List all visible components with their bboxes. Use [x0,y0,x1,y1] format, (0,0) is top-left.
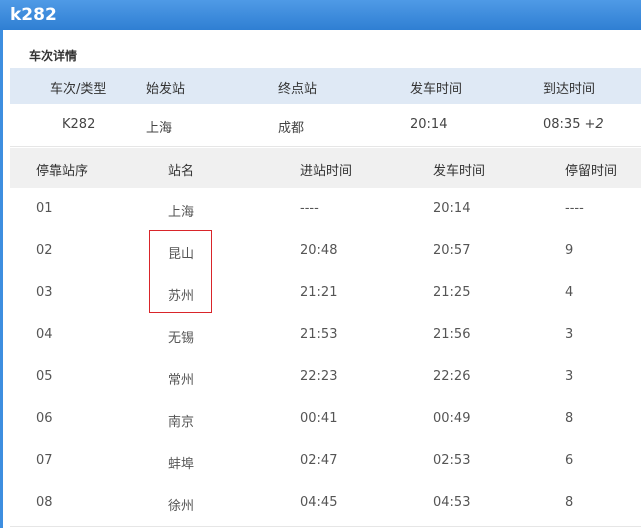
station-name: 上海 [168,205,195,220]
header-arrival-time: 进站时间 [300,164,353,179]
arrival-time: 21:53 [300,327,338,342]
header-departure-time: 发车时间 [433,164,486,179]
table-row: 08 徐州 04:45 04:53 8 [10,482,641,527]
station-name: 常州 [168,373,195,388]
stop-duration: 8 [565,411,574,426]
departure-time: 20:57 [433,243,471,258]
window-title: k282 [10,5,57,25]
stop-duration: 8 [565,495,574,510]
stop-duration: 6 [565,453,574,468]
header-stop-order: 停靠站序 [36,164,89,179]
arrival-time: 04:45 [300,495,338,510]
table-row: 03 苏州 21:21 21:25 4 [10,272,641,315]
arrive-day-offset: +2 [584,117,604,132]
station-name: 昆山 [168,247,195,262]
table-row: 06 南京 00:41 00:49 8 [10,398,641,441]
arrival-time: ---- [300,201,319,216]
departure-time: 21:25 [433,285,471,300]
header-station-name: 站名 [168,164,195,179]
stop-duration: 3 [565,327,574,342]
header-train-type: 车次/类型 [50,82,107,97]
station-name: 南京 [168,415,195,430]
stop-duration: 3 [565,369,574,384]
train-number: K282 [62,117,96,132]
table-row: 02 昆山 20:48 20:57 9 [10,230,641,273]
departure-time: 20:14 [433,201,471,216]
arrival-time: 00:41 [300,411,338,426]
arrival-time: 22:23 [300,369,338,384]
stop-order: 08 [36,495,53,510]
stops-header-row: 停靠站序 站名 进站时间 发车时间 停留时间 [10,148,641,188]
stop-order: 05 [36,369,53,384]
stop-order: 02 [36,243,53,258]
header-arrive-time: 到达时间 [543,82,596,97]
detail-header-row: 车次/类型 始发站 终点站 发车时间 到达时间 [10,68,641,104]
depart-time: 20:14 [410,117,448,132]
stop-order: 01 [36,201,53,216]
arrive-time: 08:35 [543,117,581,132]
table-row: 04 无锡 21:53 21:56 3 [10,314,641,357]
stop-duration: 4 [565,285,574,300]
departure-time: 02:53 [433,453,471,468]
stop-duration: 9 [565,243,574,258]
departure-time: 04:53 [433,495,471,510]
destination-station: 成都 [278,121,305,136]
stop-order: 06 [36,411,53,426]
header-origin: 始发站 [146,82,186,97]
header-destination: 终点站 [278,82,318,97]
stop-order: 04 [36,327,53,342]
arrival-time: 20:48 [300,243,338,258]
station-name: 蚌埠 [168,457,195,472]
table-row: 01 上海 ---- 20:14 ---- [10,188,641,231]
departure-time: 22:26 [433,369,471,384]
section-title: 车次详情 [29,49,78,63]
station-name: 苏州 [168,289,195,304]
window-title-bar: k282 [0,0,641,30]
stop-duration: ---- [565,201,584,216]
stop-order: 03 [36,285,53,300]
departure-time: 00:49 [433,411,471,426]
origin-station: 上海 [146,121,173,136]
stop-order: 07 [36,453,53,468]
header-stop-duration: 停留时间 [565,164,618,179]
header-depart-time: 发车时间 [410,82,463,97]
arrive-time-cell: 08:35 +2 [543,117,604,132]
detail-data-row: K282 上海 成都 20:14 08:35 +2 [10,104,641,147]
arrival-time: 02:47 [300,453,338,468]
station-name: 徐州 [168,499,195,514]
departure-time: 21:56 [433,327,471,342]
table-row: 07 蚌埠 02:47 02:53 6 [10,440,641,483]
arrival-time: 21:21 [300,285,338,300]
station-name: 无锡 [168,331,195,346]
table-row: 05 常州 22:23 22:26 3 [10,356,641,399]
